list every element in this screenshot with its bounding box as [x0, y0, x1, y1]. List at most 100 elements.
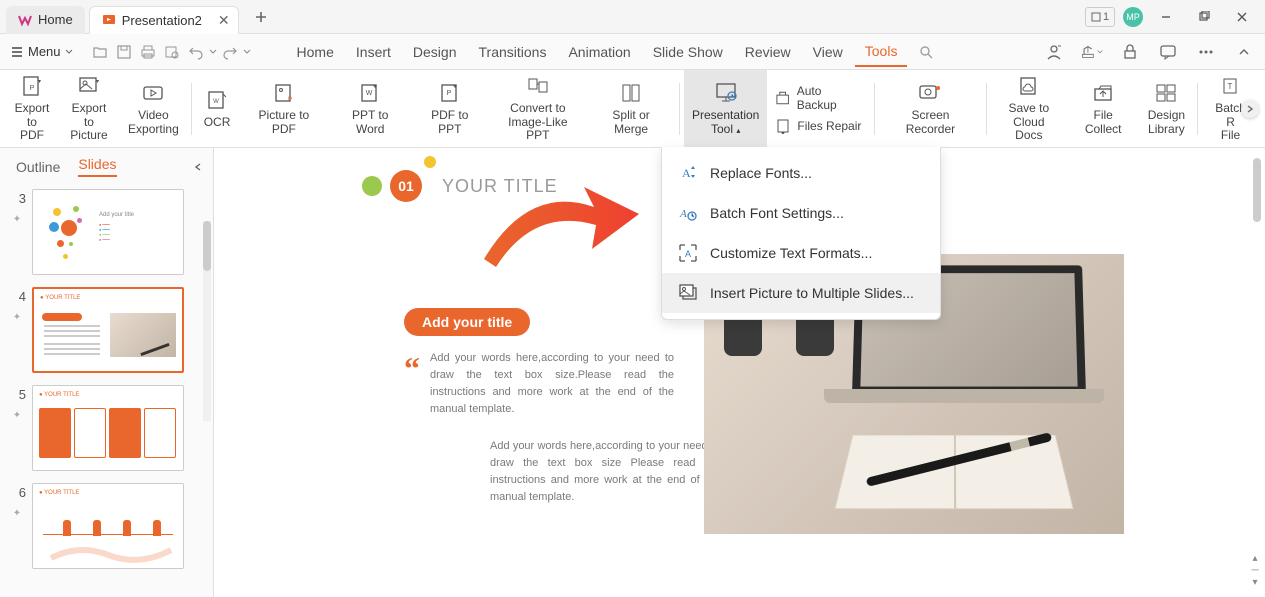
- outline-tab[interactable]: Outline: [16, 159, 60, 175]
- chevron-down-icon[interactable]: [209, 48, 217, 56]
- add-title-pill[interactable]: Add your title: [404, 308, 530, 336]
- chevron-down-icon[interactable]: [243, 48, 251, 56]
- scrollbar-thumb[interactable]: [1253, 158, 1261, 222]
- search-icon[interactable]: [915, 41, 937, 63]
- insert-picture-multiple-item[interactable]: Insert Picture to Multiple Slides...: [662, 273, 940, 313]
- slides-scrollbar[interactable]: [203, 221, 211, 421]
- canvas-scrollbar[interactable]: [1253, 158, 1261, 358]
- titlebar-right: 1 MP: [1085, 2, 1265, 32]
- minimize-button[interactable]: [1151, 2, 1181, 32]
- video-exporting-button[interactable]: Video Exporting: [120, 70, 187, 147]
- undo-icon[interactable]: [185, 41, 207, 63]
- scrollbar-thumb[interactable]: [203, 221, 211, 271]
- tab-presentation[interactable]: Presentation2 ✕: [89, 6, 239, 34]
- ribbon-overflow-button[interactable]: [1241, 100, 1259, 118]
- pdf-icon: P: [20, 74, 44, 98]
- slide-thumbnail[interactable]: ● YOUR TITLE: [32, 385, 184, 471]
- design-library-button[interactable]: Design Library: [1140, 70, 1193, 147]
- customize-text-formats-item[interactable]: A Customize Text Formats...: [662, 233, 940, 273]
- contact-icon[interactable]: [1043, 41, 1065, 63]
- auto-backup-button[interactable]: Auto Backup: [775, 84, 862, 112]
- prev-slide-button[interactable]: ▴: [1249, 553, 1261, 563]
- slides-tab[interactable]: Slides: [78, 156, 116, 177]
- presentation-tool-button[interactable]: PresentationTool ▴: [684, 70, 767, 147]
- animation-indicator-icon: ✦: [13, 508, 21, 519]
- ribbon-label: PDF to PPT: [419, 109, 481, 137]
- menu-button[interactable]: Menu: [0, 34, 83, 69]
- ribbon-label: Save to Cloud Docs: [999, 102, 1059, 143]
- new-tab-button[interactable]: [247, 3, 275, 31]
- body-text-block[interactable]: “ Add your words here,according to your …: [354, 350, 674, 418]
- pdf-to-ppt-button[interactable]: P PDF to PPT: [411, 70, 489, 147]
- file-collect-button[interactable]: File Collect: [1067, 70, 1140, 147]
- split-merge-icon: [619, 81, 643, 105]
- backup-repair-stack: Auto Backup Files Repair: [767, 84, 870, 134]
- separator: [679, 83, 680, 135]
- maximize-button[interactable]: [1189, 2, 1219, 32]
- slide-thumbnail-row[interactable]: 3 ✦ Add your title: [8, 189, 213, 275]
- files-repair-button[interactable]: Files Repair: [775, 118, 862, 134]
- replace-fonts-item[interactable]: A Replace Fonts...: [662, 153, 940, 193]
- slide-number: 3: [8, 189, 26, 206]
- slides-list[interactable]: 3 ✦ Add your title: [0, 185, 213, 597]
- screen-recorder-button[interactable]: Screen Recorder: [879, 70, 982, 147]
- wps-logo-icon: [18, 13, 32, 27]
- body-text-block[interactable]: Add your words here,according to your ne…: [440, 438, 720, 506]
- menu-tab-slideshow[interactable]: Slide Show: [643, 38, 733, 66]
- menu-tab-animation[interactable]: Animation: [558, 38, 640, 66]
- print-preview-icon[interactable]: [161, 41, 183, 63]
- slide-thumbnail[interactable]: Add your title ● ━━━ ● ━━━ ● ━━━ ● ━━━: [32, 189, 184, 275]
- save-icon[interactable]: [113, 41, 135, 63]
- share-icon[interactable]: [1081, 41, 1103, 63]
- close-icon[interactable]: ✕: [218, 12, 230, 29]
- doc-count-indicator[interactable]: 1: [1085, 7, 1115, 27]
- save-cloud-button[interactable]: Save to Cloud Docs: [991, 70, 1067, 147]
- export-to-picture-button[interactable]: Export to Picture: [58, 70, 120, 147]
- menu-tab-home[interactable]: Home: [287, 38, 344, 66]
- svg-text:A: A: [685, 249, 691, 259]
- presentation-tool-icon: [714, 81, 738, 105]
- tab-home[interactable]: Home: [6, 6, 85, 34]
- svg-text:T: T: [1227, 82, 1232, 91]
- export-to-pdf-button[interactable]: P Export to PDF: [6, 70, 58, 147]
- more-icon[interactable]: [1195, 41, 1217, 63]
- print-icon[interactable]: [137, 41, 159, 63]
- slide-number: 5: [8, 385, 26, 402]
- convert-image-like-button[interactable]: Convert to Image-Like PPT: [489, 70, 588, 147]
- slide-thumbnail-row[interactable]: 4 ✦ ● YOUR TITLE: [8, 287, 213, 373]
- menu-tab-transitions[interactable]: Transitions: [469, 38, 557, 66]
- hamburger-icon: [10, 45, 24, 59]
- menu-label: Menu: [28, 44, 61, 59]
- collapse-ribbon-icon[interactable]: [1233, 41, 1255, 63]
- open-icon[interactable]: [89, 41, 111, 63]
- ocr-button[interactable]: W OCR: [196, 70, 239, 147]
- chat-icon[interactable]: [1157, 41, 1179, 63]
- replace-fonts-icon: A: [678, 163, 698, 183]
- ppt-to-word-button[interactable]: W PPT to Word: [329, 70, 411, 147]
- side-panel: Outline Slides 3 ✦: [0, 148, 214, 597]
- lock-icon[interactable]: [1119, 41, 1141, 63]
- slide-thumbnail[interactable]: ● YOUR TITLE: [32, 483, 184, 569]
- quick-access-toolbar: [83, 41, 257, 63]
- next-slide-button[interactable]: ▾: [1249, 577, 1261, 587]
- split-merge-button[interactable]: Split or Merge: [587, 70, 675, 147]
- workspace: Outline Slides 3 ✦: [0, 148, 1265, 597]
- close-button[interactable]: [1227, 2, 1257, 32]
- slide-thumbnail-row[interactable]: 6 ✦ ● YOUR TITLE: [8, 483, 213, 569]
- slide-number-badge: 01: [390, 170, 422, 202]
- menu-tab-review[interactable]: Review: [735, 38, 801, 66]
- slide-nav: ▴ ─ ▾: [1249, 553, 1261, 587]
- avatar[interactable]: MP: [1123, 7, 1143, 27]
- slide-thumbnail-row[interactable]: 5 ✦ ● YOUR TITLE: [8, 385, 213, 471]
- redo-icon[interactable]: [219, 41, 241, 63]
- menu-tab-view[interactable]: View: [803, 38, 853, 66]
- svg-text:A: A: [679, 208, 687, 220]
- menu-tab-tools[interactable]: Tools: [855, 37, 908, 67]
- collapse-panel-icon[interactable]: [193, 162, 203, 172]
- collect-icon: [1091, 81, 1115, 105]
- menu-tab-design[interactable]: Design: [403, 38, 467, 66]
- picture-to-pdf-button[interactable]: P Picture to PDF: [238, 70, 329, 147]
- batch-font-settings-item[interactable]: A Batch Font Settings...: [662, 193, 940, 233]
- slide-thumbnail[interactable]: ● YOUR TITLE: [32, 287, 184, 373]
- menu-tab-insert[interactable]: Insert: [346, 38, 401, 66]
